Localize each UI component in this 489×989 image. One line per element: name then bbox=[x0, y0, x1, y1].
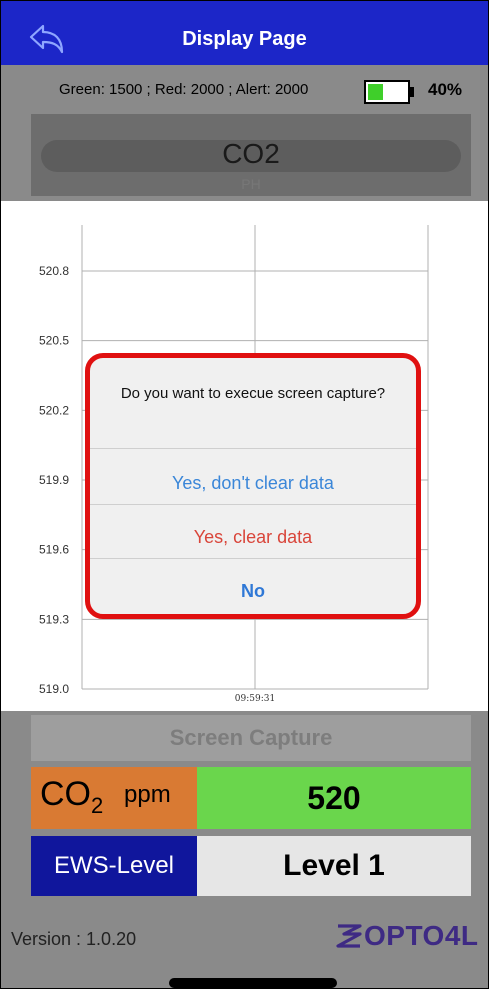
page-title: Display Page bbox=[182, 28, 307, 50]
dialog-divider bbox=[90, 558, 416, 559]
y-tick-label: 520.2 bbox=[39, 403, 69, 417]
sensor-title: CO2 bbox=[222, 138, 280, 169]
status-row: Green: 1500 ; Red: 2000 ; Alert: 2000 40… bbox=[1, 75, 488, 105]
yes-dont-clear-button[interactable]: Yes, don't clear data bbox=[90, 456, 416, 508]
sensor-subtitle: PH bbox=[241, 176, 261, 190]
co2-label: CO2 ppm bbox=[31, 767, 197, 829]
x-tick-label: 09:59:31 bbox=[235, 694, 275, 704]
no-button[interactable]: No bbox=[90, 564, 416, 616]
ews-label: EWS-Level bbox=[31, 836, 197, 896]
battery-fill bbox=[368, 84, 384, 100]
co2-label-main: CO bbox=[40, 775, 91, 813]
yes-clear-button[interactable]: Yes, clear data bbox=[90, 510, 416, 562]
ews-row: EWS-Level Level 1 bbox=[31, 836, 471, 896]
threshold-text: Green: 1500 ; Red: 2000 ; Alert: 2000 bbox=[59, 81, 309, 98]
top-bar: Display Page bbox=[1, 1, 488, 65]
dialog-divider bbox=[90, 504, 416, 505]
dialog-message: Do you want to execue screen capture? bbox=[120, 385, 386, 402]
capture-dialog: Do you want to execue screen capture? Ye… bbox=[85, 353, 421, 619]
logo-text: OPTO4L bbox=[364, 920, 479, 951]
y-tick-label: 519.6 bbox=[39, 543, 69, 557]
y-tick-label: 519.3 bbox=[39, 612, 69, 626]
y-tick-label: 519.9 bbox=[39, 473, 69, 487]
co2-label-subscript: 2 bbox=[91, 792, 104, 818]
co2-row: CO2 ppm 520 bbox=[31, 767, 471, 829]
co2-unit: ppm bbox=[124, 781, 171, 808]
y-tick-label: 520.5 bbox=[39, 334, 69, 348]
ews-value: Level 1 bbox=[197, 836, 471, 896]
dialog-divider bbox=[90, 448, 416, 449]
y-tick-label: 519.0 bbox=[39, 682, 69, 696]
app-screen: Display Page Green: 1500 ; Red: 2000 ; A… bbox=[0, 0, 489, 989]
sensor-header: CO2 PH bbox=[31, 114, 471, 196]
home-indicator[interactable] bbox=[169, 978, 337, 988]
version-text: Version : 1.0.20 bbox=[11, 929, 137, 949]
y-tick-label: 520.8 bbox=[39, 264, 69, 278]
battery-nub bbox=[410, 87, 414, 97]
co2-value: 520 bbox=[197, 767, 471, 829]
co2-label-text: CO2 bbox=[40, 775, 103, 819]
opto4l-logo: OPTO4L bbox=[336, 919, 478, 953]
battery-percent: 40% bbox=[428, 80, 463, 99]
screen-capture-button[interactable]: Screen Capture bbox=[31, 715, 471, 761]
logo-mark-icon bbox=[336, 924, 362, 948]
battery-icon bbox=[364, 80, 410, 104]
